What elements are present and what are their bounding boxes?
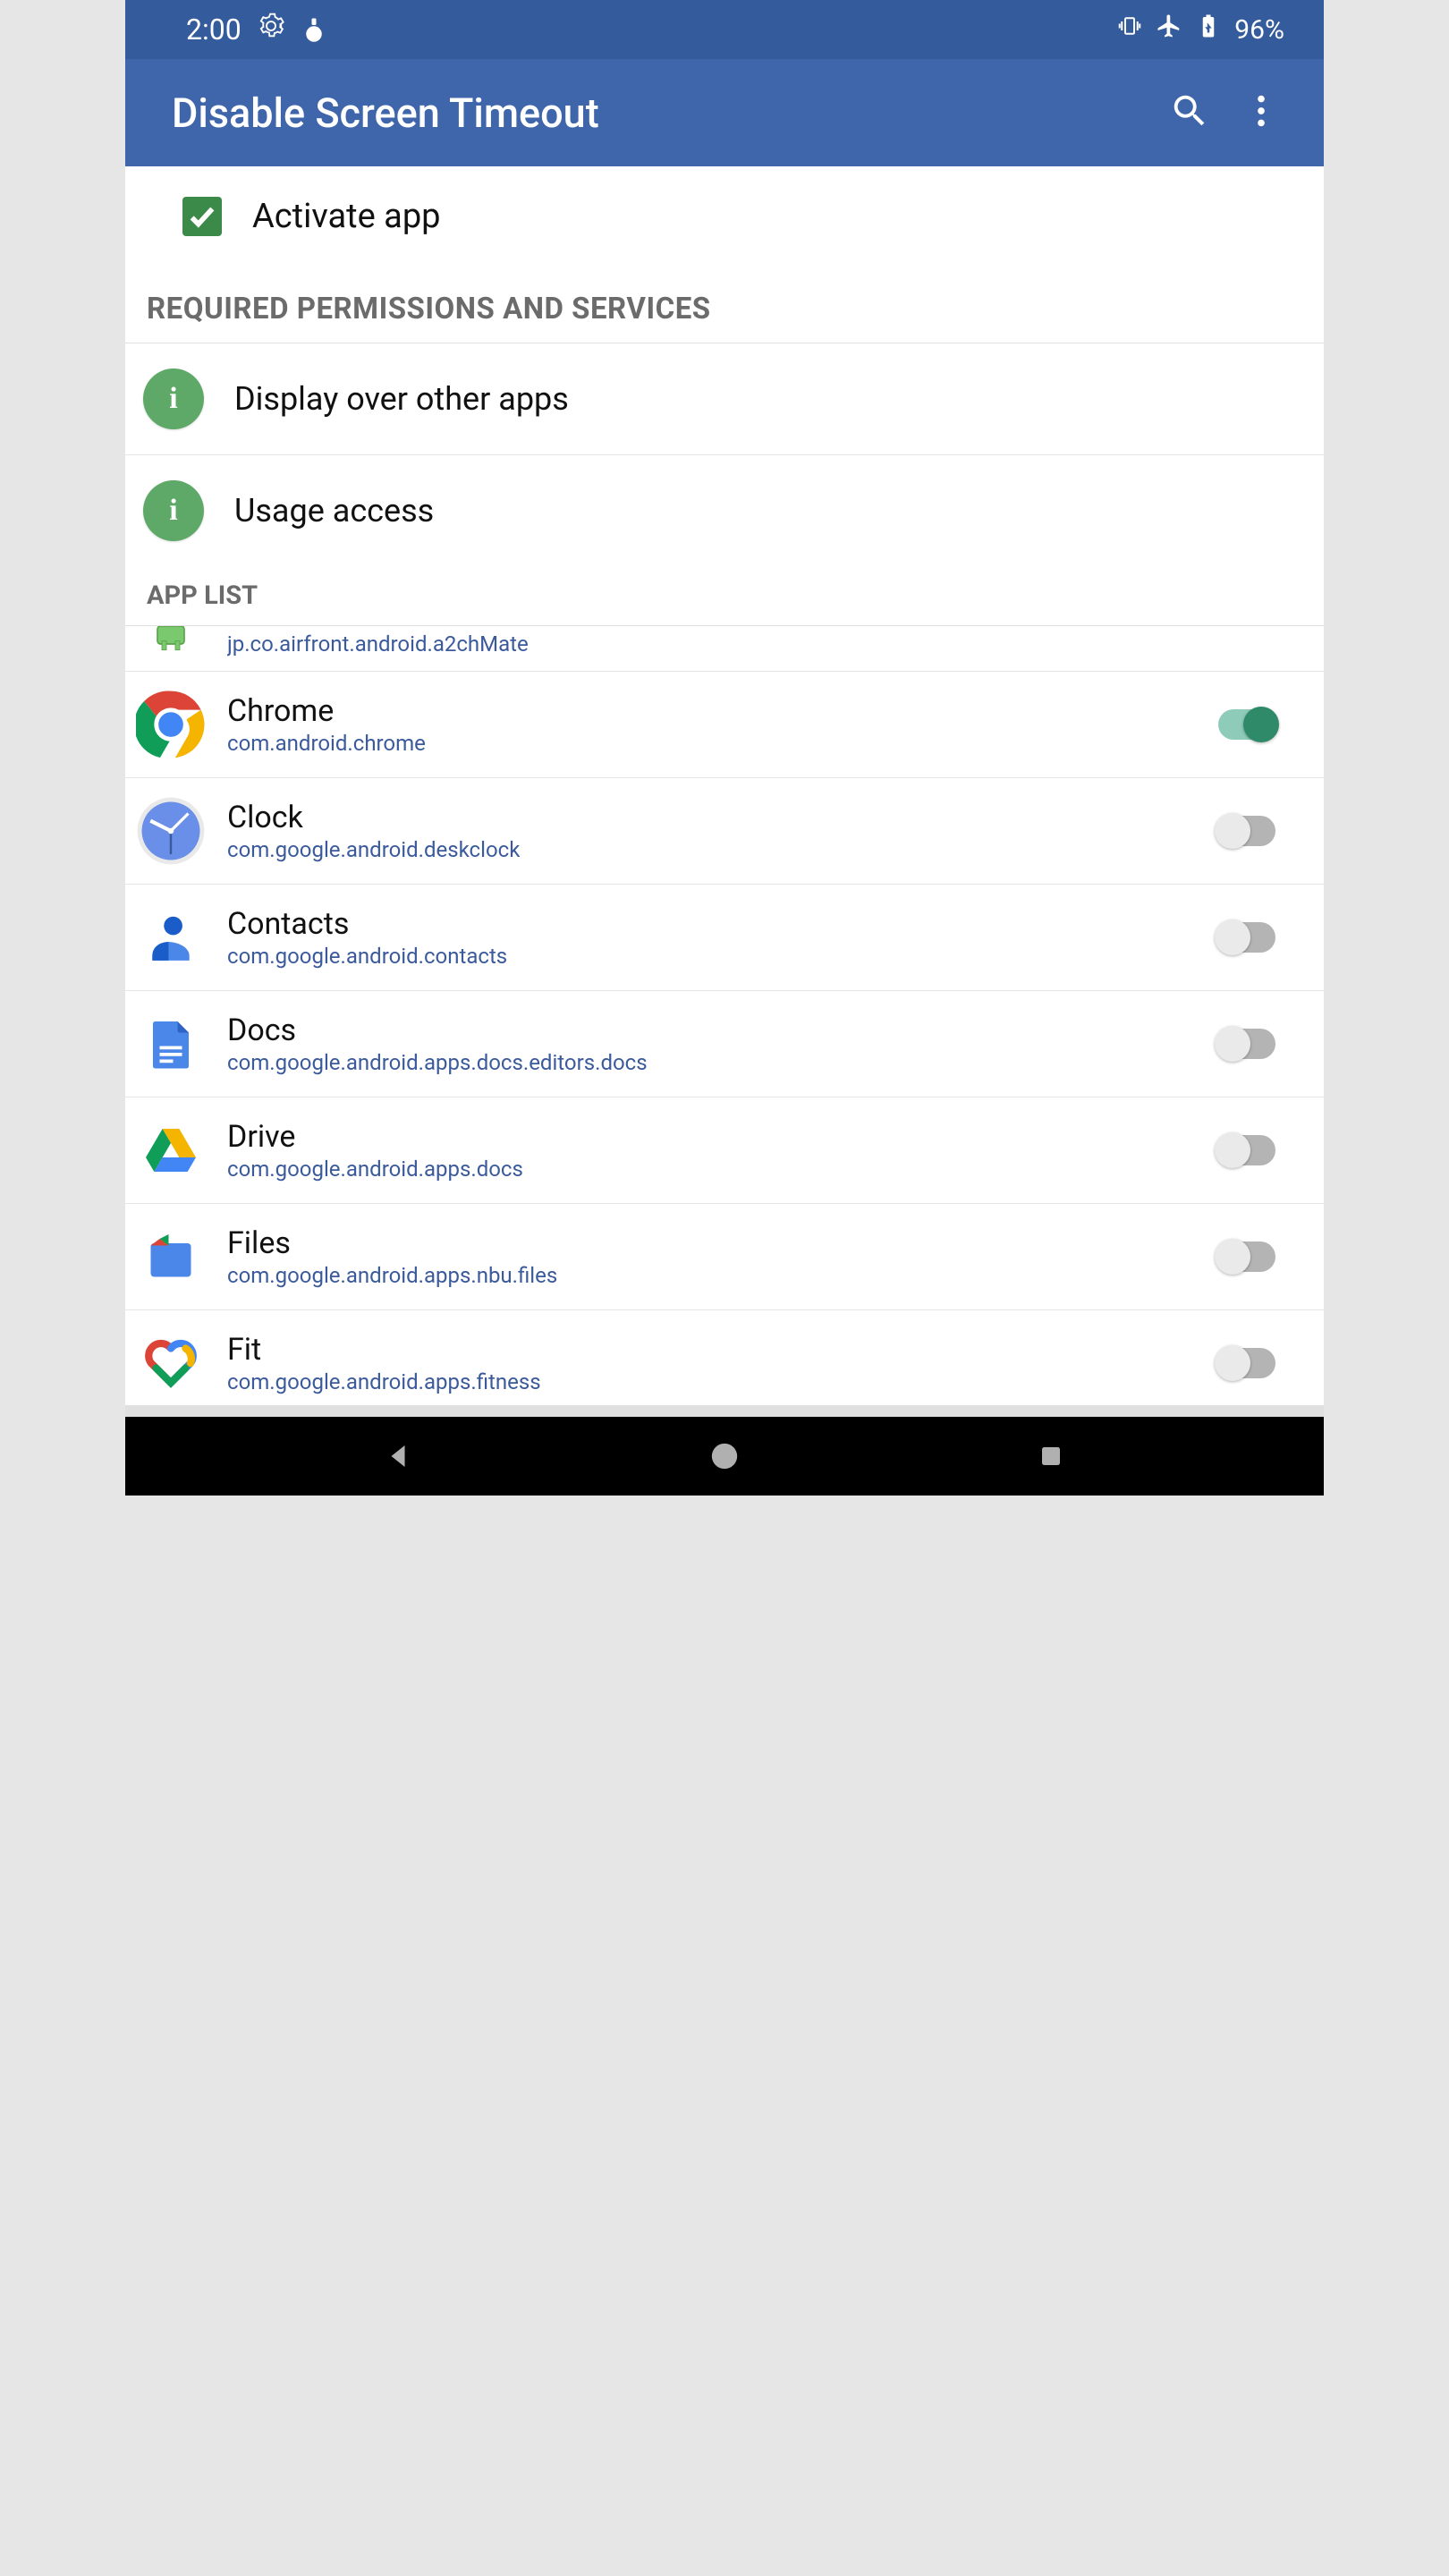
app-row[interactable]: jp.co.airfront.android.a2chMate xyxy=(125,626,1324,672)
app-list: jp.co.airfront.android.a2chMate Chrome c… xyxy=(125,626,1324,1417)
app-row-clock[interactable]: Clock com.google.android.deskclock xyxy=(125,778,1324,885)
app-text: Files com.google.android.apps.nbu.files xyxy=(227,1225,1218,1288)
app-text: Contacts com.google.android.contacts xyxy=(227,906,1218,969)
app-toggle[interactable] xyxy=(1218,1135,1275,1165)
app-package: com.google.android.apps.docs xyxy=(227,1157,1218,1182)
app-package: com.google.android.apps.docs.editors.doc… xyxy=(227,1050,1218,1075)
navigation-bar xyxy=(125,1417,1324,1496)
files-icon xyxy=(136,1222,206,1292)
app-toggle[interactable] xyxy=(1218,1029,1275,1059)
permission-label: Display over other apps xyxy=(234,380,569,418)
overflow-menu-button[interactable] xyxy=(1225,77,1297,148)
app-name: Contacts xyxy=(227,906,1218,942)
app-text: Clock com.google.android.deskclock xyxy=(227,800,1218,862)
app-toggle[interactable] xyxy=(1218,1241,1275,1272)
permissions-section-header: REQUIRED PERMISSIONS AND SERVICES xyxy=(125,267,1324,343)
info-icon: i xyxy=(143,369,204,429)
app-bar-title: Disable Screen Timeout xyxy=(172,89,1154,137)
more-vert-icon xyxy=(1241,90,1282,135)
clock-icon xyxy=(136,796,206,866)
airplane-icon xyxy=(1156,13,1182,47)
docs-icon xyxy=(136,1009,206,1079)
app-name: Docs xyxy=(227,1013,1218,1048)
app-text: Chrome com.android.chrome xyxy=(227,693,1218,756)
battery-percent: 96% xyxy=(1234,14,1284,46)
app-icon xyxy=(136,626,206,662)
search-button[interactable] xyxy=(1154,77,1225,148)
app-package: com.google.android.apps.nbu.files xyxy=(227,1263,1218,1288)
info-icon: i xyxy=(143,480,204,541)
battery-icon xyxy=(1195,13,1222,47)
app-package: com.google.android.apps.fitness xyxy=(227,1369,1218,1394)
nav-home-button[interactable] xyxy=(671,1429,778,1483)
vibrate-icon xyxy=(1116,13,1143,47)
app-row-files[interactable]: Files com.google.android.apps.nbu.files xyxy=(125,1204,1324,1310)
status-left: 2:00 xyxy=(186,13,327,47)
contacts-icon xyxy=(136,902,206,972)
app-toggle[interactable] xyxy=(1218,1348,1275,1378)
app-bar: Disable Screen Timeout xyxy=(125,59,1324,166)
app-package: jp.co.airfront.android.a2chMate xyxy=(227,631,1218,657)
nav-recents-button[interactable] xyxy=(997,1429,1105,1483)
chrome-icon xyxy=(136,690,206,759)
app-package: com.google.android.contacts xyxy=(227,944,1218,969)
app-row-fit[interactable]: Fit com.google.android.apps.fitness xyxy=(125,1310,1324,1417)
permission-label: Usage access xyxy=(234,492,434,530)
permission-usage-access[interactable]: i Usage access xyxy=(125,455,1324,566)
app-row-drive[interactable]: Drive com.google.android.apps.docs xyxy=(125,1097,1324,1204)
app-row-chrome[interactable]: Chrome com.android.chrome xyxy=(125,672,1324,778)
dot-icon xyxy=(301,16,327,43)
status-time: 2:00 xyxy=(186,13,242,47)
app-text: Drive com.google.android.apps.docs xyxy=(227,1119,1218,1182)
fit-icon xyxy=(136,1328,206,1398)
nav-back-button[interactable] xyxy=(344,1429,452,1483)
app-package: com.android.chrome xyxy=(227,731,1218,756)
app-text: Fit com.google.android.apps.fitness xyxy=(227,1332,1218,1394)
app-toggle[interactable] xyxy=(1218,922,1275,953)
app-name: Chrome xyxy=(227,693,1218,729)
status-bar: 2:00 96% xyxy=(125,0,1324,59)
app-text: Docs com.google.android.apps.docs.editor… xyxy=(227,1013,1218,1075)
app-toggle[interactable] xyxy=(1218,816,1275,846)
activate-checkbox[interactable] xyxy=(182,197,222,236)
gear-icon xyxy=(258,13,284,47)
app-row-docs[interactable]: Docs com.google.android.apps.docs.editor… xyxy=(125,991,1324,1097)
drive-icon xyxy=(136,1115,206,1185)
status-right: 96% xyxy=(1116,13,1284,47)
app-name: Clock xyxy=(227,800,1218,835)
app-name: Fit xyxy=(227,1332,1218,1368)
app-name: Files xyxy=(227,1225,1218,1261)
app-row-contacts[interactable]: Contacts com.google.android.contacts xyxy=(125,885,1324,991)
activate-app-row[interactable]: Activate app xyxy=(125,166,1324,267)
permission-display-over-apps[interactable]: i Display over other apps xyxy=(125,343,1324,455)
device-frame: 2:00 96% Disable Screen Timeout xyxy=(125,0,1324,1496)
app-name: Drive xyxy=(227,1119,1218,1155)
search-icon xyxy=(1169,90,1210,135)
app-package: com.google.android.deskclock xyxy=(227,837,1218,862)
app-text: jp.co.airfront.android.a2chMate xyxy=(227,631,1218,657)
app-toggle[interactable] xyxy=(1218,709,1275,740)
app-list-section-header: APP LIST xyxy=(125,566,1324,626)
activate-label: Activate app xyxy=(252,197,441,236)
